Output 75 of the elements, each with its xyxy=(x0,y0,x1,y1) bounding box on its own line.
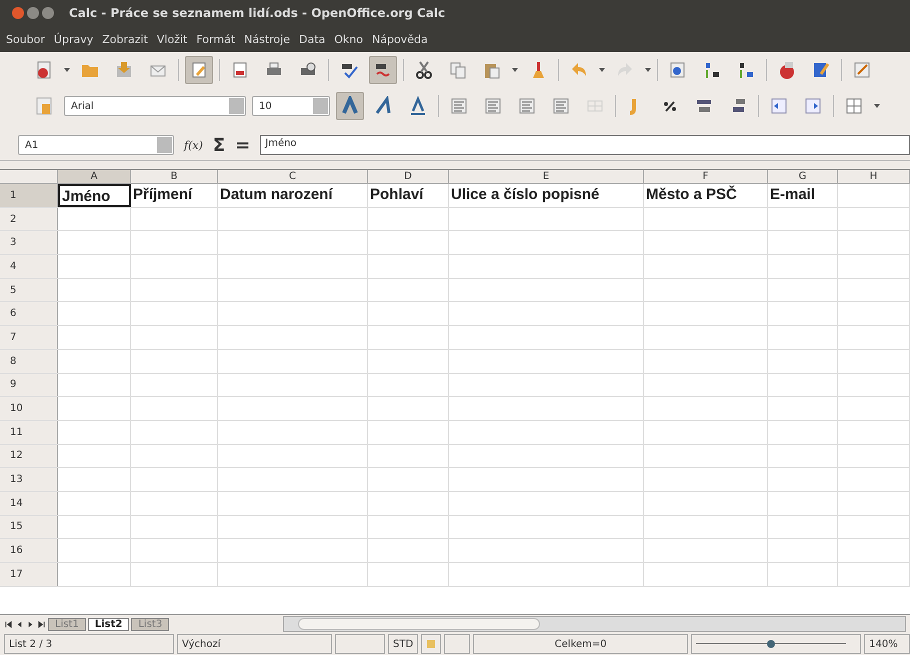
caret-icon[interactable] xyxy=(599,68,605,72)
first-sheet-icon[interactable] xyxy=(4,620,13,628)
menu-item[interactable]: Soubor xyxy=(6,32,45,46)
table-cell: Město a PSČ xyxy=(644,184,768,207)
column-header[interactable]: C xyxy=(218,170,368,183)
row-header[interactable]: 2 xyxy=(0,208,58,230)
menu-item[interactable]: Formát xyxy=(196,32,236,46)
row-header[interactable]: 1 xyxy=(0,184,58,207)
column-header[interactable]: D xyxy=(368,170,449,183)
table-cell: Jméno xyxy=(58,184,131,207)
table-cell: Datum narození xyxy=(218,184,368,207)
function-wizard-button[interactable]: f(x) xyxy=(184,138,203,152)
previous-sheet-icon[interactable] xyxy=(15,620,24,628)
column-header[interactable]: B xyxy=(131,170,218,183)
sum-button[interactable]: Σ xyxy=(212,134,226,156)
next-sheet-icon[interactable] xyxy=(26,620,35,628)
document-modified-icon xyxy=(426,639,436,649)
zoom-slider[interactable] xyxy=(696,638,846,650)
horizontal-scrollbar[interactable] xyxy=(283,616,906,632)
font-name-field[interactable]: Arial xyxy=(64,96,246,116)
row-header[interactable]: 14 xyxy=(0,492,58,515)
name-box[interactable]: A1 xyxy=(18,135,174,155)
font-size-field[interactable]: 10 xyxy=(252,96,330,116)
sheet-tab[interactable]: List2 xyxy=(88,618,130,630)
row-header[interactable]: 8 xyxy=(0,350,58,372)
row-header[interactable]: 15 xyxy=(0,516,58,538)
status-field xyxy=(444,634,470,654)
table-cell: Ulice a číslo popisné xyxy=(449,184,644,207)
maximize-icon[interactable] xyxy=(42,7,54,19)
page-style-indicator: Výchozí xyxy=(177,634,332,654)
selection-mode-indicator[interactable]: STD xyxy=(388,634,418,654)
autospellcheck-icon[interactable] xyxy=(369,56,397,84)
row-header[interactable]: 11 xyxy=(0,420,58,444)
row-header[interactable]: 3 xyxy=(0,231,58,254)
row-header[interactable]: 16 xyxy=(0,539,58,562)
caret-icon[interactable] xyxy=(64,68,70,72)
function-button[interactable]: = xyxy=(235,134,250,156)
minimize-icon[interactable] xyxy=(27,7,39,19)
last-sheet-icon[interactable] xyxy=(37,620,46,628)
row-header[interactable]: 6 xyxy=(0,302,58,326)
caret-icon[interactable] xyxy=(645,68,651,72)
menu-item[interactable]: Nástroje xyxy=(244,32,290,46)
row-header[interactable]: 9 xyxy=(0,374,58,396)
sum-indicator: Celkem=0 xyxy=(473,634,688,654)
edit-file-icon[interactable] xyxy=(185,56,213,84)
column-header[interactable]: H xyxy=(838,170,910,183)
row-header[interactable]: 7 xyxy=(0,326,58,349)
close-icon[interactable] xyxy=(12,7,24,19)
row-header[interactable]: 17 xyxy=(0,563,58,586)
menu-item[interactable]: Úpravy xyxy=(54,32,94,46)
sheet-indicator: List 2 / 3 xyxy=(4,634,174,654)
table-cell: Pohlaví xyxy=(368,184,449,207)
menu-item[interactable]: Vložit xyxy=(156,32,188,46)
row-header[interactable]: 12 xyxy=(0,444,58,468)
zoom-level: 140% xyxy=(864,634,910,654)
menu-item[interactable]: Nápověda xyxy=(372,32,428,46)
column-header[interactable]: G xyxy=(768,170,838,183)
menu-item[interactable]: Zobrazit xyxy=(102,32,148,46)
row-header[interactable]: 10 xyxy=(0,397,58,420)
table-cell: E-mail xyxy=(768,184,838,207)
column-header[interactable]: A xyxy=(58,170,131,183)
column-header[interactable]: E xyxy=(449,170,644,183)
formula-input-field[interactable]: Jméno xyxy=(260,135,910,155)
menu-item[interactable]: Okno xyxy=(334,32,363,46)
bold-icon[interactable] xyxy=(336,92,364,120)
caret-icon[interactable] xyxy=(512,68,518,72)
menu-item[interactable]: Data xyxy=(299,32,326,46)
caret-icon[interactable] xyxy=(874,104,880,108)
column-header[interactable]: F xyxy=(644,170,768,183)
table-cell: Příjmení xyxy=(131,184,218,207)
window-title: Calc - Práce se seznamem lidí.ods - OpenOffice.org Calc xyxy=(69,6,446,20)
status-field xyxy=(335,634,385,654)
row-header[interactable]: 13 xyxy=(0,468,58,491)
row-header[interactable]: 4 xyxy=(0,255,58,278)
row-header[interactable]: 5 xyxy=(0,278,58,302)
